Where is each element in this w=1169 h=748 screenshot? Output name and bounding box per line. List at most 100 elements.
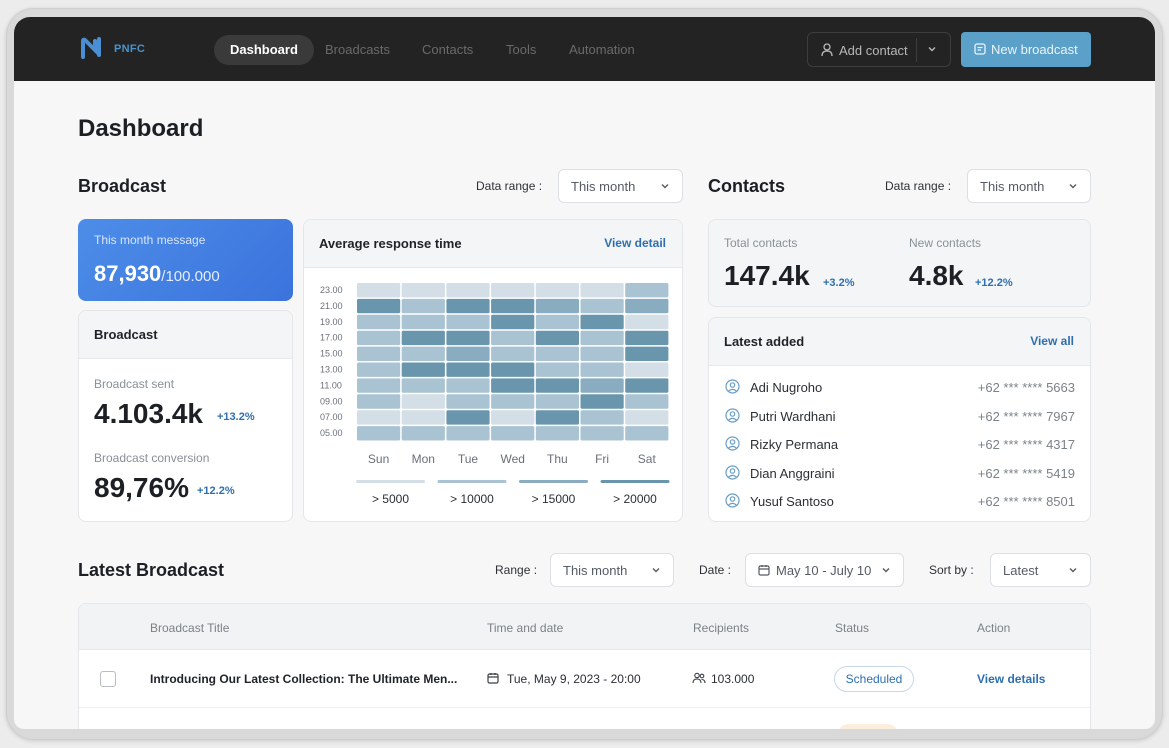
add-contact-button[interactable]: Add contact xyxy=(807,32,951,67)
heatmap-cell[interactable] xyxy=(535,378,579,393)
heatmap-cell[interactable] xyxy=(580,346,624,361)
col-recipients[interactable]: Recipients xyxy=(693,621,749,635)
heatmap-cell[interactable] xyxy=(625,378,669,393)
heatmap-cell[interactable] xyxy=(625,314,669,330)
list-item[interactable]: Putri Wardhani +62 *** **** 7967 xyxy=(725,407,1075,427)
heatmap-cell[interactable] xyxy=(401,378,445,393)
heatmap-cell[interactable] xyxy=(535,362,579,377)
heatmap-cell[interactable] xyxy=(580,314,624,330)
col-time-date[interactable]: Time and date xyxy=(487,621,563,635)
nav-automation[interactable]: Automation xyxy=(569,35,635,65)
heatmap-cell[interactable] xyxy=(535,314,579,330)
list-item[interactable]: Yusuf Santoso +62 *** **** 8501 xyxy=(725,492,1075,512)
heatmap-cell[interactable] xyxy=(357,394,401,409)
heatmap-cell[interactable] xyxy=(446,426,490,441)
col-status[interactable]: Status xyxy=(835,621,869,635)
view-details-link[interactable]: View details xyxy=(977,672,1045,686)
heatmap-cell[interactable] xyxy=(580,394,624,409)
heatmap-cell[interactable] xyxy=(446,394,490,409)
col-action[interactable]: Action xyxy=(977,621,1010,635)
heatmap-cell[interactable] xyxy=(535,346,579,361)
chevron-down-icon[interactable] xyxy=(927,44,937,54)
heatmap-cell[interactable] xyxy=(357,298,401,314)
contacts-range-select[interactable]: This month xyxy=(967,169,1091,203)
heatmap-cell[interactable] xyxy=(535,298,579,314)
heatmap-cell[interactable] xyxy=(580,298,624,314)
heatmap-cell[interactable] xyxy=(446,314,490,330)
heatmap-cell[interactable] xyxy=(580,378,624,393)
list-item[interactable]: Adi Nugroho +62 *** **** 5663 xyxy=(725,378,1075,398)
heatmap-cell[interactable] xyxy=(401,314,445,330)
nav-tools[interactable]: Tools xyxy=(506,35,536,65)
view-all-link[interactable]: View all xyxy=(1030,334,1074,348)
heatmap-cell[interactable] xyxy=(625,410,669,425)
latest-range-select[interactable]: This month xyxy=(550,553,674,587)
heatmap-cell[interactable] xyxy=(580,362,624,377)
heatmap-cell[interactable] xyxy=(580,283,624,298)
heatmap-cell[interactable] xyxy=(580,410,624,425)
heatmap-cell[interactable] xyxy=(580,426,624,441)
heatmap-cell[interactable] xyxy=(357,330,401,346)
nav-dashboard[interactable]: Dashboard xyxy=(214,35,314,65)
heatmap-cell[interactable] xyxy=(491,362,535,377)
heatmap-cell[interactable] xyxy=(535,394,579,409)
heatmap-cell[interactable] xyxy=(357,346,401,361)
heatmap-cell[interactable] xyxy=(625,330,669,346)
heatmap-cell[interactable] xyxy=(357,362,401,377)
view-detail-link[interactable]: View detail xyxy=(604,236,666,250)
list-item[interactable]: Rizky Permana +62 *** **** 4317 xyxy=(725,435,1075,455)
heatmap-cell[interactable] xyxy=(446,410,490,425)
date-range-select[interactable]: May 10 - July 10 xyxy=(745,553,904,587)
heatmap-cell[interactable] xyxy=(446,362,490,377)
heatmap-cell[interactable] xyxy=(535,426,579,441)
heatmap-cell[interactable] xyxy=(491,283,535,298)
calendar-icon xyxy=(487,673,499,684)
heatmap-cell[interactable] xyxy=(401,346,445,361)
heatmap-cell[interactable] xyxy=(357,314,401,330)
heatmap-cell[interactable] xyxy=(491,330,535,346)
heatmap-cell[interactable] xyxy=(357,378,401,393)
heatmap-cell[interactable] xyxy=(491,346,535,361)
heatmap-cell[interactable] xyxy=(625,283,669,298)
heatmap-cell[interactable] xyxy=(446,378,490,393)
heatmap-cell[interactable] xyxy=(625,346,669,361)
heatmap-cell[interactable] xyxy=(446,346,490,361)
heatmap-cell[interactable] xyxy=(401,298,445,314)
heatmap-cell[interactable] xyxy=(535,283,579,298)
heatmap-cell[interactable] xyxy=(491,426,535,441)
sort-by-select[interactable]: Latest xyxy=(990,553,1091,587)
list-item[interactable]: Dian Anggraini +62 *** **** 5419 xyxy=(725,464,1075,484)
heatmap-cell[interactable] xyxy=(357,283,401,298)
heatmap-cell[interactable] xyxy=(446,330,490,346)
heatmap-cell[interactable] xyxy=(491,410,535,425)
heatmap-cell[interactable] xyxy=(401,394,445,409)
heatmap-cell[interactable] xyxy=(625,394,669,409)
nav-broadcasts[interactable]: Broadcasts xyxy=(325,35,390,65)
col-broadcast-title[interactable]: Broadcast Title xyxy=(150,621,229,635)
heatmap-cell[interactable] xyxy=(625,426,669,441)
heatmap-cell[interactable] xyxy=(446,283,490,298)
broadcast-range-select[interactable]: This month xyxy=(558,169,683,203)
heatmap-cell[interactable] xyxy=(401,410,445,425)
heatmap-cell[interactable] xyxy=(535,330,579,346)
heatmap-cell[interactable] xyxy=(401,362,445,377)
heatmap-cell[interactable] xyxy=(401,283,445,298)
row-broadcast-title[interactable]: Introducing Our Latest Collection: The U… xyxy=(150,672,457,686)
heatmap-cell[interactable] xyxy=(357,410,401,425)
nav-contacts[interactable]: Contacts xyxy=(422,35,473,65)
heatmap-cell[interactable] xyxy=(357,426,401,441)
heatmap-cell[interactable] xyxy=(535,410,579,425)
heatmap-cell[interactable] xyxy=(625,298,669,314)
heatmap-cell[interactable] xyxy=(491,378,535,393)
heatmap-cell[interactable] xyxy=(491,314,535,330)
heatmap-cell[interactable] xyxy=(580,330,624,346)
heatmap-cell[interactable] xyxy=(491,298,535,314)
new-broadcast-button[interactable]: New broadcast xyxy=(961,32,1091,67)
heatmap-cell[interactable] xyxy=(625,362,669,377)
card-header: Broadcast xyxy=(79,311,292,359)
heatmap-cell[interactable] xyxy=(491,394,535,409)
heatmap-cell[interactable] xyxy=(446,298,490,314)
row-checkbox[interactable] xyxy=(100,671,116,687)
heatmap-cell[interactable] xyxy=(401,330,445,346)
heatmap-cell[interactable] xyxy=(401,426,445,441)
